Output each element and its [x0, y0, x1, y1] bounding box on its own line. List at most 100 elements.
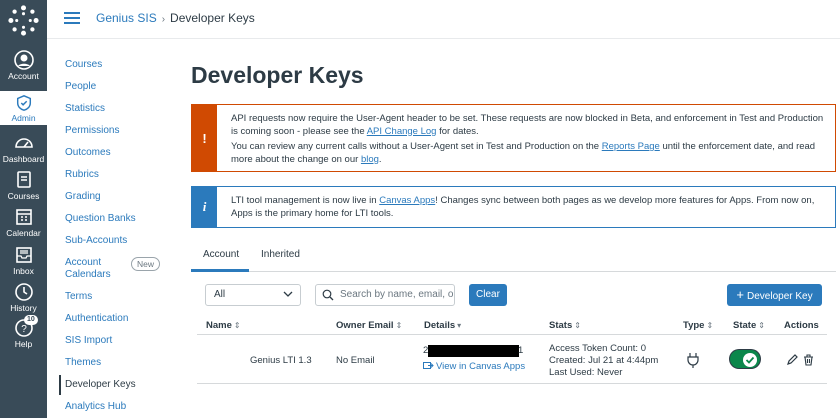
table-row-divider — [197, 383, 827, 384]
inbox-icon — [15, 247, 32, 263]
lti-plug-icon — [687, 353, 699, 368]
account-nav-label: Account — [65, 257, 102, 268]
account-nav-authentication[interactable]: Authentication — [65, 313, 128, 324]
user-agent-warning-alert: ! API requests now require the User-Agen… — [191, 104, 836, 172]
global-nav-label: Account — [8, 71, 39, 81]
hamburger-menu-icon[interactable] — [64, 12, 80, 24]
shield-icon — [16, 95, 31, 111]
account-nav-outcomes[interactable]: Outcomes — [65, 147, 111, 158]
tab-list: Account Inherited — [191, 242, 836, 272]
key-name: Genius LTI 1.3 — [250, 355, 312, 366]
select-value: All — [214, 289, 226, 300]
button-label: Developer Key — [747, 291, 813, 302]
reports-page-link[interactable]: Reports Page — [602, 141, 660, 152]
active-tab-indicator — [191, 269, 249, 272]
global-nav-label: Calendar — [6, 228, 41, 238]
clock-icon — [14, 283, 33, 301]
alert-line: more about the change on our blog. — [231, 153, 382, 165]
sort-icon: ⇕ — [395, 321, 403, 330]
alert-line: is coming soon - please see the API Chan… — [231, 125, 479, 137]
avatar-icon — [13, 50, 34, 70]
alert-line: API requests now require the User-Agent … — [231, 113, 824, 124]
account-nav-account-calendars[interactable]: Account Calendars — [65, 257, 111, 280]
active-indicator — [59, 375, 61, 395]
page-title: Developer Keys — [191, 62, 364, 88]
plus-icon: + — [736, 287, 744, 302]
api-change-log-link[interactable]: API Change Log — [367, 126, 437, 137]
account-nav-grading[interactable]: Grading — [65, 191, 101, 202]
clear-button[interactable]: Clear — [469, 284, 507, 306]
alert-line: You can review any current calls without… — [231, 141, 816, 152]
global-nav-label: Courses — [7, 191, 40, 201]
global-nav-courses[interactable]: Courses — [0, 170, 47, 204]
new-badge: New — [131, 257, 161, 271]
breadcrumb: Genius SIS › Developer Keys — [96, 11, 255, 25]
column-header-owner-email[interactable]: Owner Email ⇕ — [336, 320, 402, 331]
stat-access-token-count: Access Token Count: 0 — [549, 343, 646, 354]
column-header-name[interactable]: Name ⇕ — [206, 320, 241, 331]
calendar-icon — [15, 209, 32, 225]
info-icon: i — [192, 187, 217, 227]
column-header-type[interactable]: Type ⇕ — [683, 320, 713, 331]
blog-link[interactable]: blog — [361, 154, 379, 165]
alert-text: API requests now require the User-Agent … — [231, 113, 825, 166]
edit-pencil-icon[interactable] — [786, 354, 798, 366]
search-placeholder: Search by name, email, or — [340, 289, 455, 300]
account-nav-courses[interactable]: Courses — [65, 59, 102, 70]
lti-info-alert: i LTI tool management is now live in Can… — [191, 186, 836, 228]
view-in-canvas-apps-link[interactable]: View in Canvas Apps — [423, 361, 525, 372]
account-nav-developer-keys[interactable]: Developer Keys — [65, 379, 136, 390]
account-nav-statistics[interactable]: Statistics — [65, 103, 105, 114]
account-nav-terms[interactable]: Terms — [65, 291, 92, 302]
search-input[interactable]: Search by name, email, or — [315, 284, 455, 306]
column-header-stats[interactable]: Stats ⇕ — [549, 320, 581, 331]
alert-line: Apps is the primary home for LTI tools. — [231, 207, 394, 219]
canvas-logo-icon[interactable] — [8, 5, 39, 36]
account-nav-people[interactable]: People — [65, 81, 96, 92]
column-header-state[interactable]: State ⇕ — [733, 320, 765, 331]
dashboard-icon — [14, 138, 33, 148]
courses-icon — [16, 171, 31, 188]
account-nav-label: Calendars — [65, 269, 111, 280]
key-owner-email: No Email — [336, 355, 375, 366]
checkmark-icon — [745, 356, 755, 364]
global-nav-calendar[interactable]: Calendar — [0, 207, 47, 241]
breadcrumb-current: Developer Keys — [170, 11, 255, 25]
tab-account[interactable]: Account — [203, 249, 239, 260]
chevron-down-icon — [283, 291, 293, 297]
add-developer-key-button[interactable]: + Developer Key — [727, 284, 822, 306]
sort-icon: ⇕ — [758, 321, 765, 330]
account-nav-permissions[interactable]: Permissions — [65, 125, 119, 136]
account-nav-analytics-hub[interactable]: Analytics Hub — [65, 401, 126, 412]
stat-last-used: Last Used: Never — [549, 367, 623, 378]
account-nav-sis-import[interactable]: SIS Import — [65, 335, 112, 346]
key-state-toggle[interactable] — [730, 350, 760, 368]
global-nav-label: Dashboard — [2, 154, 45, 164]
stat-created: Created: Jul 21 at 4:44pm — [549, 355, 659, 366]
global-nav-help[interactable]: ? 10 Help — [0, 315, 47, 352]
trash-icon[interactable] — [803, 354, 814, 366]
global-nav-history[interactable]: History — [0, 282, 47, 316]
global-nav-admin[interactable]: Admin — [0, 91, 47, 125]
canvas-apps-link[interactable]: Canvas Apps — [379, 195, 435, 206]
account-nav-rubrics[interactable]: Rubrics — [65, 169, 99, 180]
breadcrumb-root-link[interactable]: Genius SIS — [96, 11, 157, 25]
tab-inherited[interactable]: Inherited — [261, 249, 300, 260]
global-nav-inbox[interactable]: Inbox — [0, 245, 47, 279]
key-filter-select[interactable]: All — [205, 284, 301, 306]
alert-text: LTI tool management is now live in Canva… — [231, 195, 825, 220]
global-nav-label: Admin — [11, 113, 36, 123]
account-nav-sub-accounts[interactable]: Sub-Accounts — [65, 235, 127, 246]
sort-desc-icon: ▾ — [457, 321, 462, 330]
account-nav-themes[interactable]: Themes — [65, 357, 101, 368]
column-header-details[interactable]: Details ▾ — [424, 320, 461, 331]
table-header-divider — [197, 334, 827, 335]
global-nav: Account Admin Dashboard Courses Calendar… — [0, 0, 47, 418]
sort-icon: ⇕ — [706, 321, 714, 330]
global-nav-label: Help — [14, 339, 33, 349]
global-nav-dashboard[interactable]: Dashboard — [0, 133, 47, 167]
account-nav-question-banks[interactable]: Question Banks — [65, 213, 136, 224]
global-nav-account[interactable]: Account — [0, 50, 47, 88]
warning-icon: ! — [192, 105, 217, 171]
svg-text:?: ? — [21, 324, 27, 335]
